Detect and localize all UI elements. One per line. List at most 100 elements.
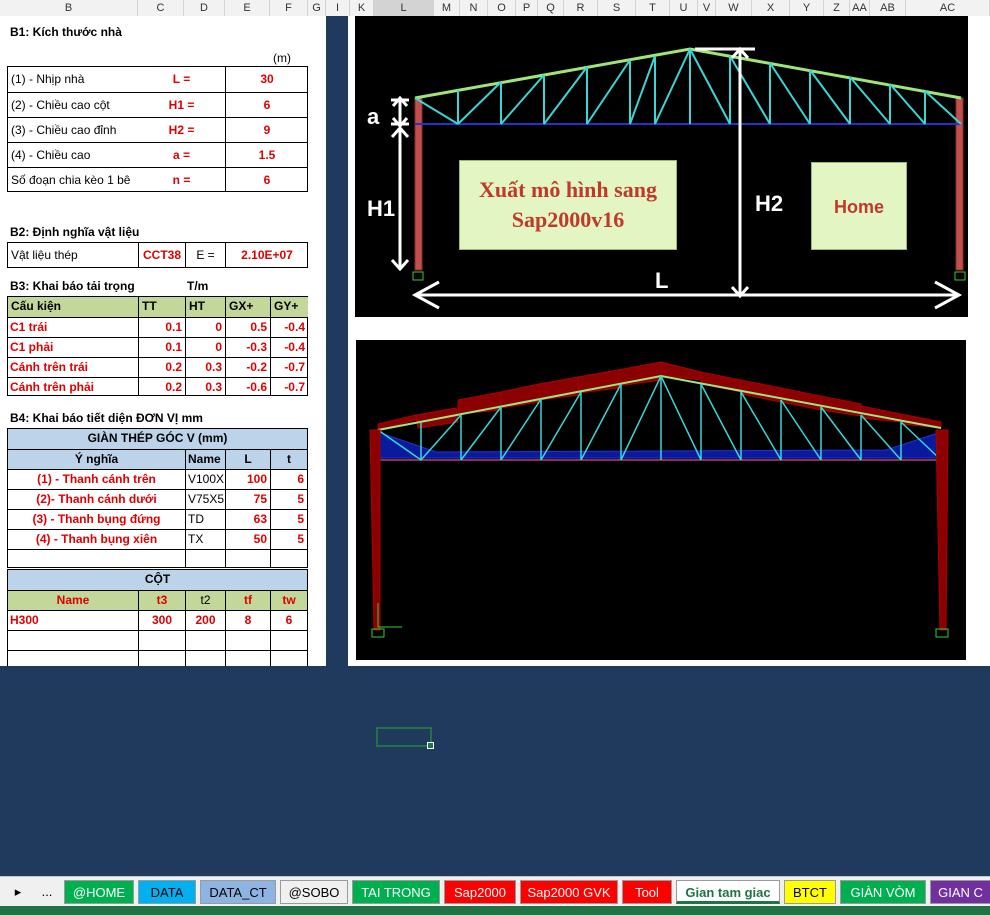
b4-row1-meaning[interactable]: (1) - Thanh cánh trên	[8, 469, 185, 489]
b3-row4-tt[interactable]: 0.2	[138, 377, 185, 396]
b1-row4-val[interactable]: 1.5	[225, 142, 308, 167]
b1-row3-label[interactable]: (3) - Chiều cao đỉnh	[8, 117, 138, 142]
col-header-f[interactable]: F	[270, 0, 308, 16]
col-header-c[interactable]: C	[138, 0, 184, 16]
b2-material-label[interactable]: Vật liệu thép	[8, 243, 138, 267]
tab-sap2000[interactable]: Sap2000	[444, 880, 516, 904]
b4-row3-t[interactable]: 5	[270, 509, 307, 529]
tab-gian-c[interactable]: GIAN C	[930, 880, 990, 904]
col-header-q[interactable]: Q	[538, 0, 564, 16]
b3-row3-gy[interactable]: -0.7	[270, 357, 308, 377]
tab-home[interactable]: @HOME	[64, 880, 134, 904]
col-empty-cell[interactable]	[8, 630, 138, 650]
col-header-w[interactable]: W	[716, 0, 752, 16]
b1-row3-sym[interactable]: H2 =	[138, 117, 225, 142]
tab-data[interactable]: DATA	[138, 880, 196, 904]
selected-cell[interactable]	[376, 727, 434, 749]
col-header-t[interactable]: T	[636, 0, 670, 16]
b4-row3-name[interactable]: TD	[185, 509, 225, 529]
b4-row4-l[interactable]: 50	[225, 529, 270, 549]
col-empty-cell[interactable]	[270, 630, 307, 650]
b4-row1-name[interactable]: V100X	[185, 469, 225, 489]
col-empty-cell[interactable]	[138, 630, 185, 650]
b3-row4-ht[interactable]: 0.3	[185, 377, 225, 396]
b3-row2-ht[interactable]: 0	[185, 337, 225, 357]
b3-row2-gy[interactable]: -0.4	[270, 337, 308, 357]
tab-btct[interactable]: BTCT	[784, 880, 836, 904]
col-empty-cell[interactable]	[138, 650, 185, 666]
b1-row5-val[interactable]: 6	[225, 167, 308, 192]
col-empty-cell[interactable]	[185, 650, 225, 666]
b1-row1-label[interactable]: (1) - Nhịp nhà	[8, 67, 138, 92]
b3-row1-gy[interactable]: -0.4	[270, 317, 308, 337]
b1-row2-label[interactable]: (2) - Chiều cao cột	[8, 92, 138, 117]
b3-row4-gy[interactable]: -0.7	[270, 377, 308, 396]
b4-row1-t[interactable]: 6	[270, 469, 307, 489]
col-header-z[interactable]: Z	[824, 0, 850, 16]
b3-row2-gx[interactable]: -0.3	[225, 337, 270, 357]
b4-empty-cell[interactable]	[270, 549, 307, 568]
tab-data-ct[interactable]: DATA_CT	[200, 880, 276, 904]
col-empty-cell[interactable]	[225, 650, 270, 666]
col-row-name[interactable]: H300	[8, 610, 138, 630]
col-empty-cell[interactable]	[225, 630, 270, 650]
col-header-x[interactable]: X	[752, 0, 790, 16]
b3-row1-ht[interactable]: 0	[185, 317, 225, 337]
tab-tai-trong[interactable]: TAI TRONG	[352, 880, 440, 904]
b3-row3-gx[interactable]: -0.2	[225, 357, 270, 377]
col-header-aa[interactable]: AA	[850, 0, 870, 16]
col-header-i[interactable]: I	[326, 0, 350, 16]
b3-row4-name[interactable]: Cánh trên phải	[8, 377, 138, 396]
b2-material-value[interactable]: CCT38	[138, 243, 185, 267]
b4-row4-meaning[interactable]: (4) - Thanh bụng xiên	[8, 529, 185, 549]
more-tabs-button[interactable]: ...	[32, 880, 62, 904]
col-header-ac[interactable]: AC	[906, 0, 990, 16]
b4-empty-cell[interactable]	[225, 549, 270, 568]
b1-row5-sym[interactable]: n =	[138, 167, 225, 192]
tab-gian-vom[interactable]: GIÀN VÒM	[840, 880, 926, 904]
col-header-l[interactable]: L	[374, 0, 434, 16]
b3-row4-gx[interactable]: -0.6	[225, 377, 270, 396]
b1-row2-val[interactable]: 6	[225, 92, 308, 117]
col-header-p[interactable]: P	[516, 0, 538, 16]
col-empty-cell[interactable]	[185, 630, 225, 650]
col-header-o[interactable]: O	[488, 0, 516, 16]
b4-row4-name[interactable]: TX	[185, 529, 225, 549]
b1-row4-label[interactable]: (4) - Chiều cao	[8, 142, 138, 167]
b4-empty-row[interactable]	[8, 549, 185, 568]
b1-row5-label[interactable]: Số đoạn chia kèo 1 bê	[8, 167, 138, 192]
b1-row3-val[interactable]: 9	[225, 117, 308, 142]
export-sap2000-button[interactable]: Xuất mô hình sang Sap2000v16	[459, 160, 677, 250]
col-header-m[interactable]: M	[434, 0, 460, 16]
col-row-t2[interactable]: 200	[185, 610, 225, 630]
tab-sap2000-gvk[interactable]: Sap2000 GVK	[520, 880, 618, 904]
b3-row2-tt[interactable]: 0.1	[138, 337, 185, 357]
b3-row3-name[interactable]: Cánh trên trái	[8, 357, 138, 377]
col-header-y[interactable]: Y	[790, 0, 824, 16]
b4-row2-name[interactable]: V75X5	[185, 489, 225, 509]
col-header-b[interactable]: B	[0, 0, 138, 16]
col-header-u[interactable]: U	[670, 0, 698, 16]
col-row-t3[interactable]: 300	[138, 610, 185, 630]
b4-row2-t[interactable]: 5	[270, 489, 307, 509]
home-button[interactable]: Home	[811, 162, 907, 250]
b4-row3-l[interactable]: 63	[225, 509, 270, 529]
b2-e-label[interactable]: E =	[185, 243, 225, 267]
col-header-d[interactable]: D	[184, 0, 225, 16]
b4-row2-meaning[interactable]: (2)- Thanh cánh dưới	[8, 489, 185, 509]
b3-row1-gx[interactable]: 0.5	[225, 317, 270, 337]
b1-row2-sym[interactable]: H1 =	[138, 92, 225, 117]
scroll-tabs-right-icon[interactable]: ▸	[6, 880, 30, 904]
b3-row3-tt[interactable]: 0.2	[138, 357, 185, 377]
col-row-tf[interactable]: 8	[225, 610, 270, 630]
b4-row2-l[interactable]: 75	[225, 489, 270, 509]
b3-row2-name[interactable]: C1 phải	[8, 337, 138, 357]
b3-row1-tt[interactable]: 0.1	[138, 317, 185, 337]
b1-row1-sym[interactable]: L =	[138, 67, 225, 92]
b4-row4-t[interactable]: 5	[270, 529, 307, 549]
col-header-s[interactable]: S	[598, 0, 636, 16]
col-header-ab[interactable]: AB	[870, 0, 906, 16]
b2-e-value[interactable]: 2.10E+07	[225, 243, 308, 267]
col-empty-cell[interactable]	[270, 650, 307, 666]
col-header-r[interactable]: R	[564, 0, 598, 16]
